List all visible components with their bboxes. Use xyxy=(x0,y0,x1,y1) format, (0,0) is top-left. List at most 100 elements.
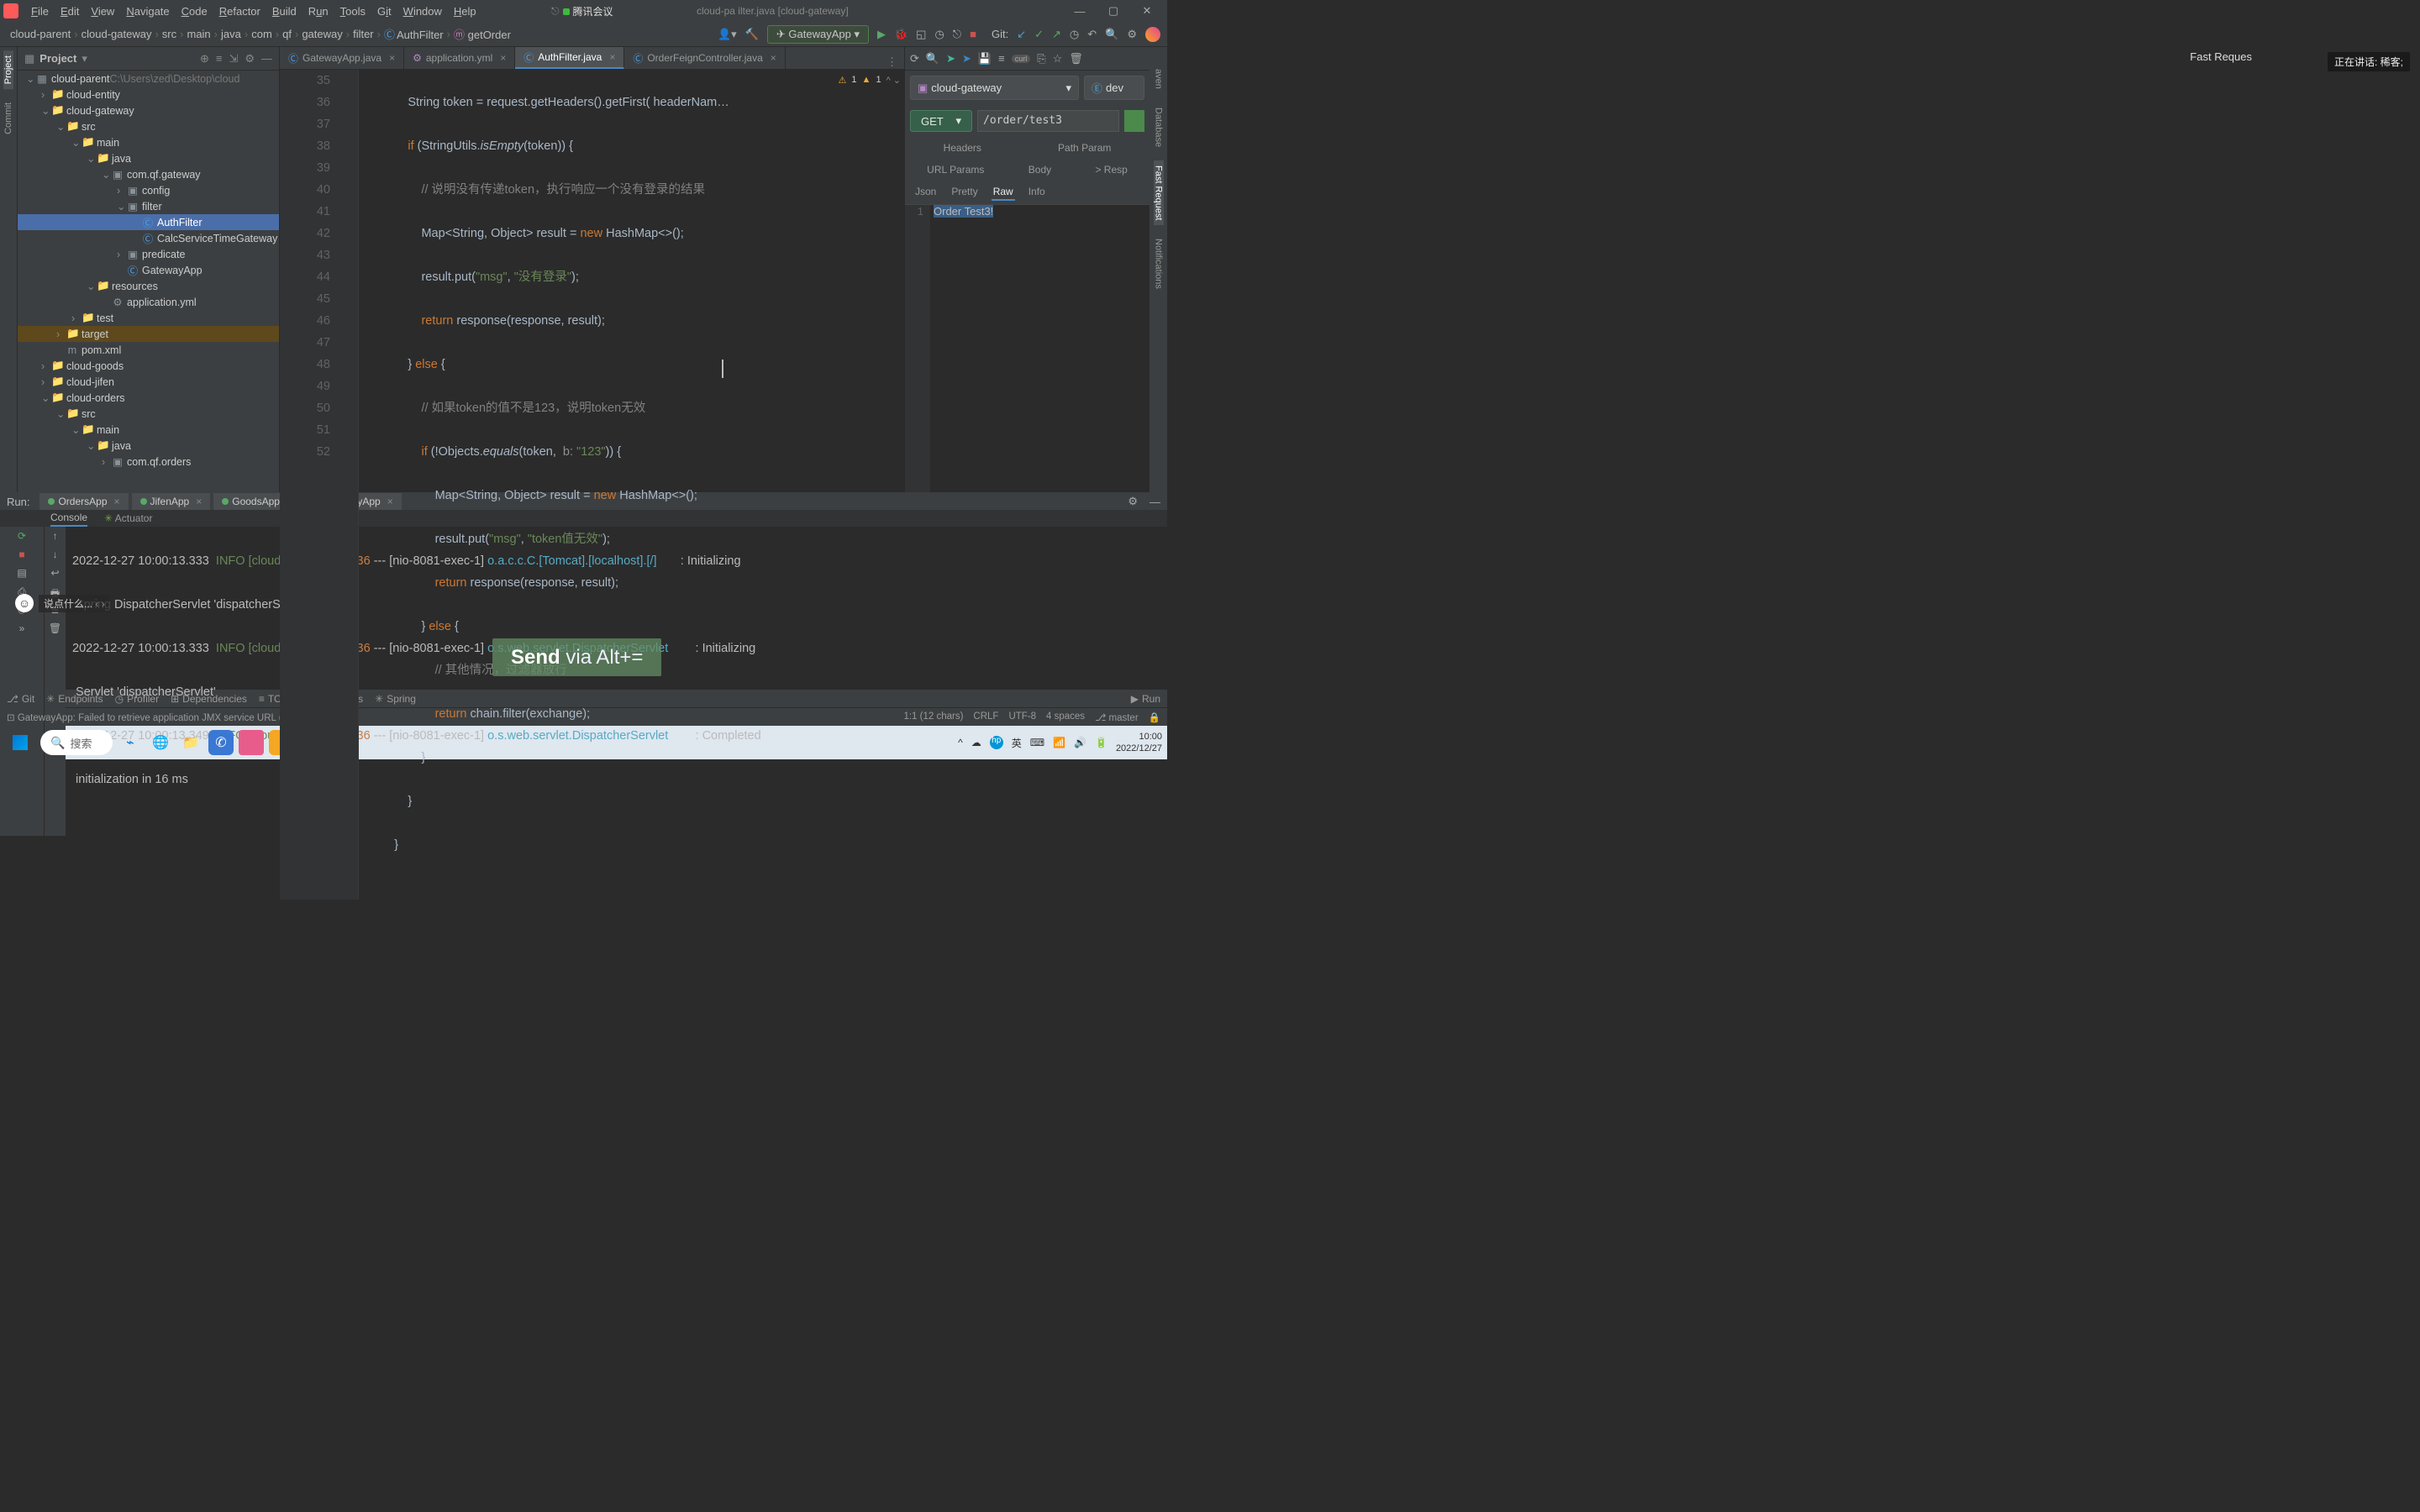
tool-maven[interactable]: aven xyxy=(1154,64,1164,94)
tray-clock[interactable]: 10:002022/12/27 xyxy=(1116,731,1162,754)
refresh-icon[interactable]: ⟳ xyxy=(910,52,919,66)
run-tab-jifen[interactable]: JifenApp× xyxy=(132,493,211,510)
coverage-icon[interactable]: ◱ xyxy=(916,28,926,41)
app-tencent[interactable]: ✆ xyxy=(208,730,234,755)
crumb-method[interactable]: ⓜ getOrder xyxy=(450,26,514,42)
emoji-button[interactable]: ☺ xyxy=(15,594,34,612)
project-select[interactable]: ▣cloud-gateway▾ xyxy=(910,76,1079,100)
tree-item[interactable]: ⒸGatewayApp xyxy=(18,262,279,278)
menu-window[interactable]: Window xyxy=(397,5,448,18)
tab-response[interactable]: > Resp xyxy=(1093,162,1128,177)
menu-git[interactable]: Git xyxy=(371,5,397,18)
tab-raw[interactable]: Raw xyxy=(992,184,1015,201)
app-intellij[interactable] xyxy=(239,730,264,755)
avatar-icon[interactable] xyxy=(1145,27,1160,42)
expand-icon[interactable]: ⇲ xyxy=(229,52,238,66)
settings-icon[interactable]: ⚙ xyxy=(1127,28,1137,41)
maximize-button[interactable]: ▢ xyxy=(1097,4,1130,18)
line-sep[interactable]: CRLF xyxy=(973,711,998,723)
menu-help[interactable]: Help xyxy=(448,5,482,18)
debug-icon[interactable]: 🐞 xyxy=(894,28,908,41)
tree-item[interactable]: ⌄📁resources xyxy=(18,278,279,294)
code-content[interactable]: String token = request.getHeaders().getF… xyxy=(359,70,904,900)
menu-run[interactable]: Run xyxy=(302,5,334,18)
hide-icon[interactable]: — xyxy=(261,52,272,66)
tree-item[interactable]: ⌄📁cloud-orders xyxy=(18,390,279,406)
tray-wifi-icon[interactable]: 📶 xyxy=(1053,737,1065,748)
minimize-button[interactable]: — xyxy=(1063,5,1097,18)
menu-build[interactable]: Build xyxy=(266,5,302,18)
crumb[interactable]: cloud-gateway xyxy=(78,28,155,40)
menu-file[interactable]: File xyxy=(25,5,55,18)
tray-hp-icon[interactable]: hp xyxy=(990,736,1003,749)
meeting-input[interactable]: 说点什么... ‹ › xyxy=(39,595,110,612)
tree-item[interactable]: ⒸCalcServiceTimeGateway xyxy=(18,230,279,246)
curl-icon[interactable]: curl xyxy=(1012,55,1031,63)
crumb[interactable]: com xyxy=(248,28,276,40)
profile-icon[interactable]: ◷ xyxy=(934,28,944,41)
tree-item[interactable]: ⌄📁src xyxy=(18,406,279,422)
tree-item[interactable]: ⌄📁cloud-gateway xyxy=(18,102,279,118)
rerun-icon[interactable]: ⟳ xyxy=(14,530,29,545)
tool-git[interactable]: ⎇ Git xyxy=(7,693,34,705)
run-tab-orders[interactable]: OrdersApp× xyxy=(39,493,128,510)
tree-item[interactable]: ⌄▣com.qf.gateway xyxy=(18,166,279,182)
menu-view[interactable]: View xyxy=(85,5,120,18)
tree-item[interactable]: ⌄📁java xyxy=(18,438,279,454)
app-explorer[interactable]: 📁 xyxy=(178,730,203,755)
crumb[interactable]: src xyxy=(159,28,180,40)
project-tree[interactable]: ⌄▦cloud-parent C:\Users\zed\Desktop\clou… xyxy=(18,71,279,492)
settings-icon[interactable]: ⚙ xyxy=(245,52,255,66)
crumb[interactable]: qf xyxy=(279,28,295,40)
tab-info[interactable]: Info xyxy=(1027,184,1047,201)
lock-icon[interactable]: 🔒 xyxy=(1149,711,1160,723)
crumb[interactable]: cloud-parent xyxy=(7,28,74,40)
tree-item[interactable]: ⌄▦cloud-parent C:\Users\zed\Desktop\clou… xyxy=(18,71,279,87)
tab-body[interactable]: Body xyxy=(1027,162,1053,177)
tree-item[interactable]: ⌄📁src xyxy=(18,118,279,134)
crumb[interactable]: filter xyxy=(350,28,377,40)
inspection-widget[interactable]: ⚠1 ▲1 ^ ⌄ xyxy=(839,75,901,86)
crumb-class[interactable]: ⒸAuthFilter xyxy=(381,26,447,42)
git-push-icon[interactable]: ↗ xyxy=(1052,28,1061,41)
run-settings-icon[interactable]: ⚙ xyxy=(1128,495,1138,508)
env-select[interactable]: Ⓔdev xyxy=(1084,76,1144,100)
close-button[interactable]: ✕ xyxy=(1130,4,1164,18)
menu-code[interactable]: Code xyxy=(176,5,213,18)
tool-profiler[interactable]: ◷ Profiler xyxy=(115,693,160,705)
search-icon[interactable]: 🔍 xyxy=(1105,28,1118,41)
tab-urlparams[interactable]: URL Params xyxy=(925,162,986,177)
run-config-selector[interactable]: ✈ GatewayApp ▾ xyxy=(767,25,869,44)
star-icon[interactable]: ☆ xyxy=(1053,52,1063,66)
tree-item[interactable]: ›📁cloud-goods xyxy=(18,358,279,374)
tool-notifications[interactable]: Notifications xyxy=(1154,234,1164,294)
tray-battery-icon[interactable]: 🔋 xyxy=(1095,737,1107,748)
git-rollback-icon[interactable]: ↶ xyxy=(1087,28,1097,41)
fold-gutter[interactable] xyxy=(347,70,359,900)
tab-pretty[interactable]: Pretty xyxy=(950,184,979,201)
tool-dependencies[interactable]: ⊞ Dependencies xyxy=(171,693,247,705)
tree-item[interactable]: ⌄📁main xyxy=(18,422,279,438)
crumb[interactable]: main xyxy=(183,28,213,40)
run-hide-icon[interactable]: — xyxy=(1150,496,1160,508)
tool-commit[interactable]: Commit xyxy=(3,97,13,139)
tray-volume-icon[interactable]: 🔊 xyxy=(1074,737,1086,748)
tree-item[interactable]: ›📁test xyxy=(18,310,279,326)
tree-item[interactable]: ⒸAuthFilter xyxy=(18,214,279,230)
git-update-icon[interactable]: ↙ xyxy=(1017,28,1026,41)
menu-edit[interactable]: Edit xyxy=(55,5,85,18)
git-commit-icon[interactable]: ✓ xyxy=(1034,28,1044,41)
start-button[interactable] xyxy=(5,731,35,754)
git-history-icon[interactable]: ◷ xyxy=(1070,28,1079,41)
tab-headers[interactable]: Headers xyxy=(942,140,983,155)
tree-item[interactable]: ›▣predicate xyxy=(18,246,279,262)
git-branch[interactable]: ⎇ master xyxy=(1095,711,1139,723)
subtab-actuator[interactable]: ✳ Actuator xyxy=(104,511,152,526)
taskbar-search[interactable]: 🔍搜索 xyxy=(40,730,113,755)
save-icon[interactable]: 💾 xyxy=(978,52,992,66)
menu-tools[interactable]: Tools xyxy=(334,5,371,18)
editor-tab[interactable]: ⚙application.yml× xyxy=(404,47,515,69)
hammer-icon[interactable]: 🔨 xyxy=(745,28,759,41)
run-icon[interactable]: ▶ xyxy=(877,28,886,41)
tree-item[interactable]: ›▣config xyxy=(18,182,279,198)
